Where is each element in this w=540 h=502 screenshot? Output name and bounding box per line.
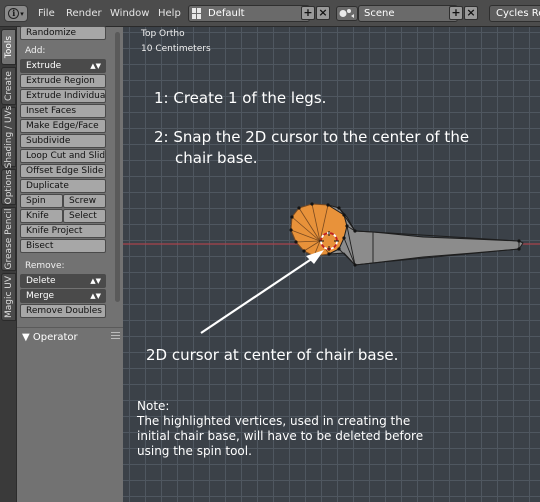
step-2-line-1: 2: Snap the 2D cursor to the center of t… xyxy=(154,128,470,146)
merge-select[interactable]: Merge ▲▼ xyxy=(20,289,106,303)
duplicate-button[interactable]: Duplicate xyxy=(20,179,106,193)
add-screen-button[interactable]: + xyxy=(301,6,315,20)
cursor-caption: 2D cursor at center of chair base. xyxy=(146,346,399,364)
tab-options-label: Options xyxy=(3,169,14,205)
step-2-line-2: chair base. xyxy=(175,149,258,167)
step-1-text: 1: Create 1 of the legs. xyxy=(154,89,327,107)
delete-select-value: Delete xyxy=(26,276,56,286)
tool-shelf-scrollbar[interactable] xyxy=(115,32,120,302)
operator-panel: ▼ Operator xyxy=(17,327,123,502)
remove-doubles-button[interactable]: Remove Doubles xyxy=(20,304,106,318)
bisect-button[interactable]: Bisect xyxy=(20,239,106,253)
delete-select[interactable]: Delete ▲▼ xyxy=(20,274,106,288)
scene-name: Scene xyxy=(364,8,395,19)
top-header-bar: i ▾ File Render Window Help Default + × … xyxy=(0,0,540,27)
note-title: Note: xyxy=(137,399,170,413)
note-line-1: The highlighted vertices, used in creati… xyxy=(137,414,411,428)
extrude-select[interactable]: Extrude ▲▼ xyxy=(20,59,106,73)
tab-options[interactable]: Options xyxy=(1,169,16,205)
select-button[interactable]: Select xyxy=(63,209,106,223)
panel-grip-icon[interactable] xyxy=(111,332,120,340)
offset-edge-slide-button[interactable]: Offset Edge Slide xyxy=(20,164,106,178)
info-icon: i xyxy=(8,8,20,19)
extrude-individual-button[interactable]: Extrude Individual xyxy=(20,89,106,103)
annotation-arrow xyxy=(200,250,324,334)
layout-grid-icon xyxy=(192,8,202,19)
tab-grease-pencil-label: Grease Pencil xyxy=(3,208,14,270)
scene-field[interactable]: Scene xyxy=(358,5,458,22)
menu-help[interactable]: Help xyxy=(158,8,181,19)
knife-project-button[interactable]: Knife Project xyxy=(20,224,106,238)
tool-tab-strip: Tools Create Shading / UVs Options Greas… xyxy=(0,27,17,502)
menu-file[interactable]: File xyxy=(38,8,55,19)
tab-tools[interactable]: Tools xyxy=(1,29,16,65)
tab-create-label: Create xyxy=(3,71,14,101)
merge-select-value: Merge xyxy=(26,291,55,301)
tool-shelf: Randomize Add: Extrude ▲▼ Extrude Region… xyxy=(17,26,123,327)
note-line-2: initial chair base, will have to be dele… xyxy=(137,429,424,443)
chevron-down-icon: ▾ xyxy=(20,9,24,18)
extrude-select-value: Extrude xyxy=(26,61,62,71)
updown-arrow-icon: ▲▼ xyxy=(90,292,101,300)
editor-type-button[interactable]: i ▾ xyxy=(4,5,28,22)
scene-type-button[interactable] xyxy=(336,6,358,21)
inset-faces-button[interactable]: Inset Faces xyxy=(20,104,106,118)
menu-window[interactable]: Window xyxy=(110,8,149,19)
tab-shading-uvs-label: Shading / UVs xyxy=(3,105,14,169)
subdivide-button[interactable]: Subdivide xyxy=(20,134,106,148)
screen-layout-field[interactable]: Default xyxy=(188,5,310,22)
randomize-button[interactable]: Randomize xyxy=(20,26,106,40)
tab-magic-uv[interactable]: Magic UV xyxy=(1,273,16,321)
tab-create[interactable]: Create xyxy=(1,67,16,105)
screen-layout-name: Default xyxy=(208,8,245,19)
menu-render[interactable]: Render xyxy=(66,8,102,19)
extrude-region-button[interactable]: Extrude Region xyxy=(20,74,106,88)
spin-button[interactable]: Spin xyxy=(20,194,63,208)
chair-leg-mesh xyxy=(327,204,524,266)
updown-arrow-icon: ▲▼ xyxy=(90,62,101,70)
render-engine-select[interactable]: Cycles Ren xyxy=(489,5,540,22)
tab-shading-uvs[interactable]: Shading / UVs xyxy=(1,105,16,169)
tab-grease-pencil[interactable]: Grease Pencil xyxy=(1,207,16,271)
note-line-3: using the spin tool. xyxy=(137,444,252,458)
add-section-label: Add: xyxy=(25,46,46,56)
screw-button[interactable]: Screw xyxy=(63,194,106,208)
add-scene-button[interactable]: + xyxy=(449,6,463,20)
delete-screen-button[interactable]: × xyxy=(316,6,330,20)
operator-panel-header[interactable]: ▼ Operator xyxy=(22,332,78,343)
delete-scene-button[interactable]: × xyxy=(464,6,478,20)
knife-button[interactable]: Knife xyxy=(20,209,63,223)
updown-arrow-icon: ▲▼ xyxy=(90,277,101,285)
scene-icon xyxy=(339,9,354,18)
remove-section-label: Remove: xyxy=(25,261,65,271)
make-edge-face-button[interactable]: Make Edge/Face xyxy=(20,119,106,133)
tab-magic-uv-label: Magic UV xyxy=(3,275,14,319)
loop-cut-slide-button[interactable]: Loop Cut and Slide xyxy=(20,149,106,163)
tab-tools-label: Tools xyxy=(3,35,14,59)
